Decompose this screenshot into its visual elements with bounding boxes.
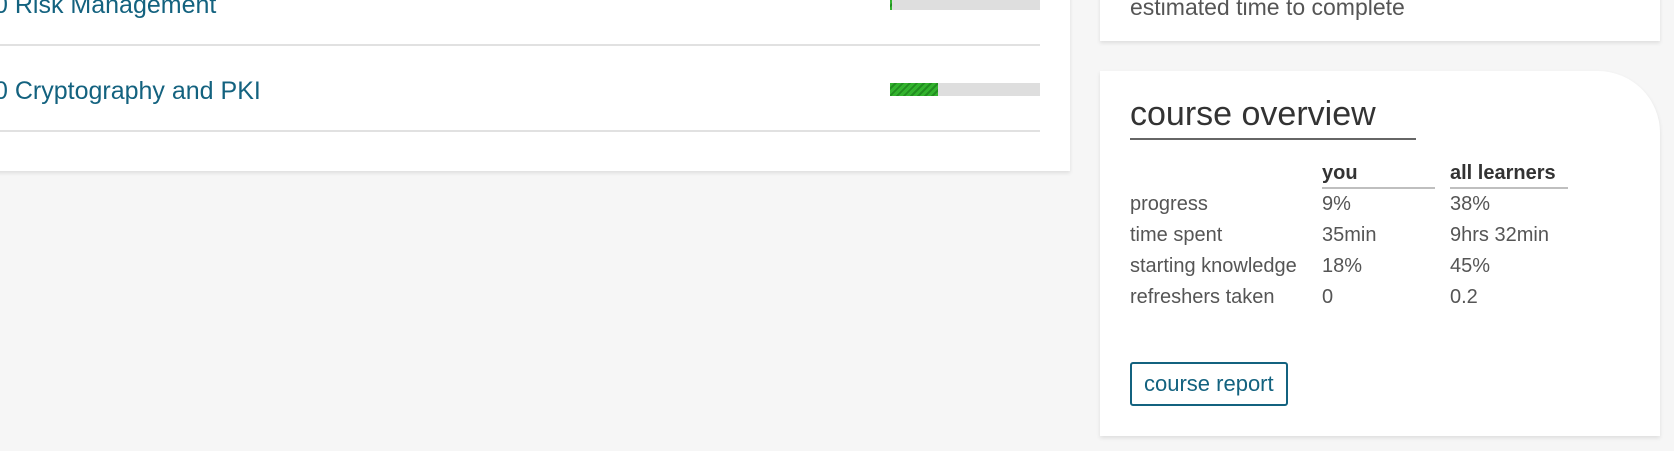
module-list-card: 0 Risk Management 0 Cryptography and PKI <box>0 0 1070 171</box>
stats-header-all-learners: all learners <box>1450 159 1570 189</box>
stats-you-value: 35min <box>1322 224 1377 246</box>
stats-you-value: 18% <box>1322 255 1363 277</box>
stats-label: starting knowledge <box>1130 255 1297 277</box>
stats-row-refreshers-taken: refreshers taken 0 0.2 <box>1130 282 1570 313</box>
stats-you-value: 0 <box>1322 286 1334 308</box>
module-progress-bar <box>890 83 1040 96</box>
course-stats-table: you all learners progress 9% 38% time sp… <box>1130 159 1570 313</box>
stats-all-value: 0.2 <box>1450 286 1478 308</box>
module-link-cryptography-pki[interactable]: 0 Cryptography and PKI <box>0 77 261 106</box>
module-progress-bar <box>890 0 1040 10</box>
stats-label: time spent <box>1130 224 1223 246</box>
module-row: 0 Risk Management <box>0 0 1040 46</box>
estimated-time-label: estimated time to complete <box>1130 0 1405 20</box>
course-report-button[interactable]: course report <box>1130 362 1288 406</box>
module-row: 0 Cryptography and PKI <box>0 46 1040 132</box>
estimated-time-card: estimated time to complete <box>1100 0 1660 41</box>
stats-header-you-label: you <box>1322 162 1435 189</box>
stats-row-starting-knowledge: starting knowledge 18% 45% <box>1130 251 1570 282</box>
stats-all-value: 38% <box>1450 193 1491 215</box>
stats-all-value: 45% <box>1450 255 1491 277</box>
stats-row-progress: progress 9% 38% <box>1130 189 1570 220</box>
module-progress-fill <box>890 83 938 96</box>
stats-label: refreshers taken <box>1130 286 1275 308</box>
course-overview-card: course overview you all learners progres… <box>1100 71 1660 436</box>
stats-header-you: you <box>1322 159 1450 189</box>
stats-row-time-spent: time spent 35min 9hrs 32min <box>1130 220 1570 251</box>
page: 0 Risk Management 0 Cryptography and PKI… <box>0 0 1674 451</box>
stats-header-row: you all learners <box>1130 159 1570 189</box>
stats-header-blank <box>1130 159 1322 189</box>
course-overview-title: course overview <box>1130 95 1416 140</box>
stats-you-value: 9% <box>1322 193 1351 215</box>
stats-header-all-label: all learners <box>1450 162 1568 189</box>
module-link-risk-management[interactable]: 0 Risk Management <box>0 0 216 20</box>
stats-all-value: 9hrs 32min <box>1450 224 1549 246</box>
stats-label: progress <box>1130 193 1208 215</box>
module-progress-fill <box>890 0 892 10</box>
